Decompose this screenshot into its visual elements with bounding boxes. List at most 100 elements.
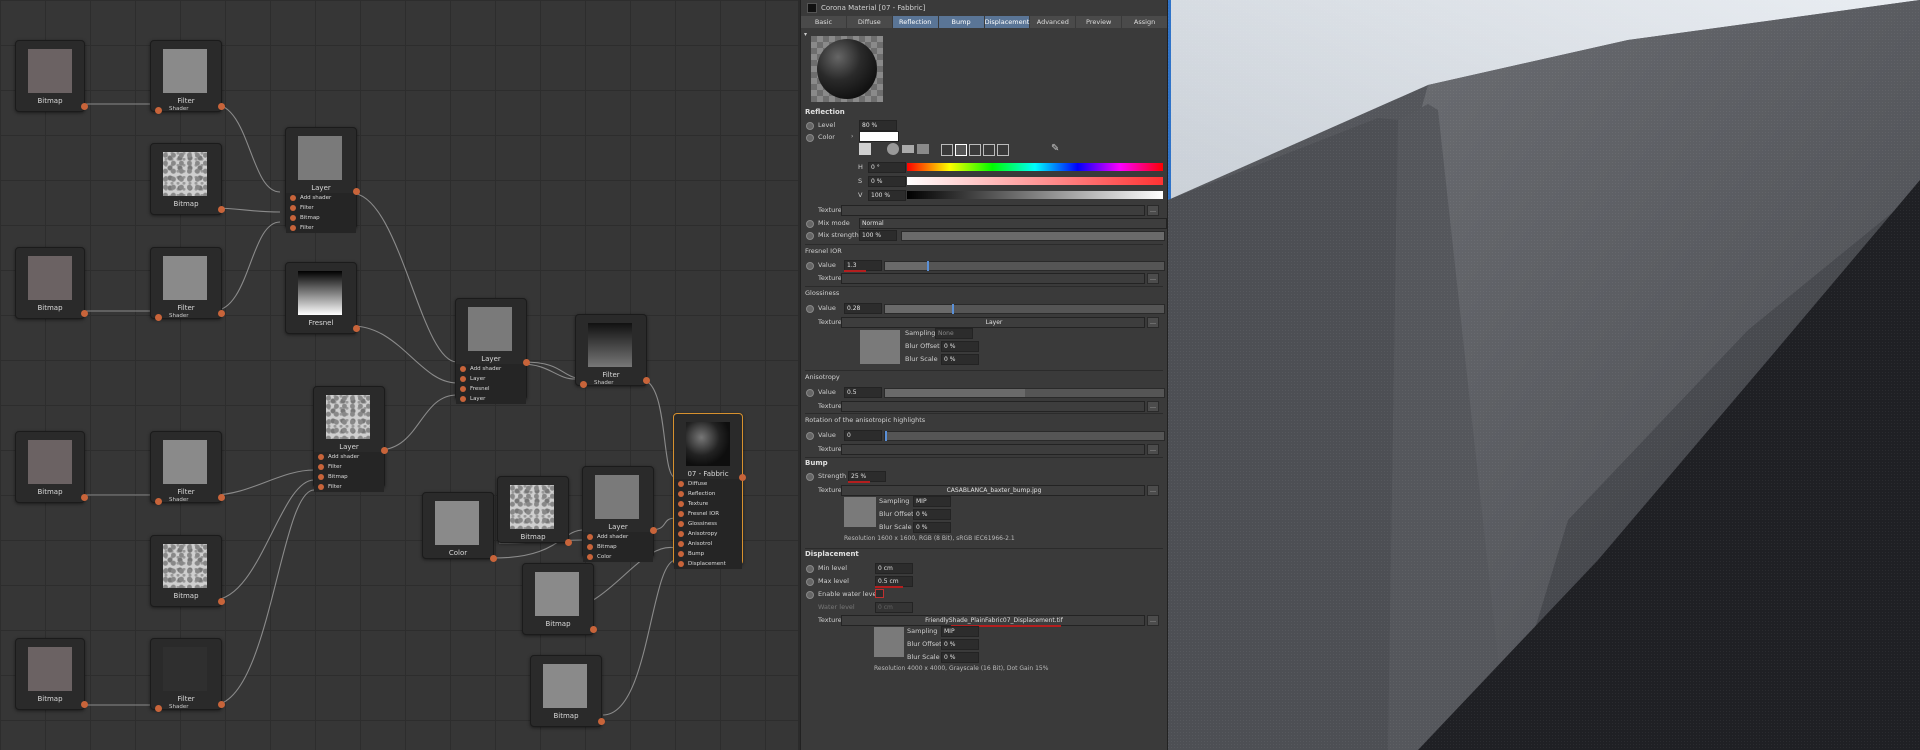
node-input-port[interactable]: Bitmap <box>583 542 653 552</box>
hue-slider[interactable] <box>907 163 1163 171</box>
mix-mode-icon[interactable] <box>997 144 1009 156</box>
port-socket-icon[interactable] <box>318 454 324 460</box>
node-layer[interactable]: Layer Add shader Filter Bitmap Filter <box>313 386 388 492</box>
rotation-value-radio[interactable] <box>806 432 814 440</box>
tab-preview[interactable]: Preview <box>1076 16 1122 28</box>
anisotropy-value-radio[interactable] <box>806 389 814 397</box>
output-socket-icon[interactable] <box>523 359 530 366</box>
mix-strength-field[interactable]: 100 % <box>859 230 897 241</box>
value-slider[interactable] <box>907 191 1163 199</box>
node-color[interactable]: Color <box>422 492 497 562</box>
output-socket-icon[interactable] <box>81 310 88 317</box>
port-socket-icon[interactable] <box>318 474 324 480</box>
port-socket-icon[interactable] <box>587 544 593 550</box>
node-bitmap[interactable]: Bitmap <box>497 476 572 546</box>
value-field[interactable]: 100 % <box>868 190 906 201</box>
fresnel-value-radio[interactable] <box>806 262 814 270</box>
node-filter[interactable]: Filter Shader <box>150 247 225 321</box>
render-viewport[interactable] <box>1168 0 1920 750</box>
output-socket-icon[interactable] <box>739 474 746 481</box>
min-level-field[interactable]: 0 cm <box>875 563 913 574</box>
glossiness-value-radio[interactable] <box>806 305 814 313</box>
port-socket-icon[interactable] <box>290 205 296 211</box>
port-socket-icon[interactable] <box>290 225 296 231</box>
node-input-port[interactable]: Bitmap <box>286 213 356 223</box>
node-input-port[interactable]: Fresnel IOR <box>674 509 742 519</box>
port-socket-icon[interactable] <box>460 386 466 392</box>
node-bitmap[interactable]: Bitmap <box>15 638 88 710</box>
node-filter[interactable]: Filter Shader <box>575 314 650 388</box>
tab-assign[interactable]: Assign <box>1122 16 1167 28</box>
port-socket-icon[interactable] <box>678 531 684 537</box>
kelvin-mode-icon[interactable] <box>969 144 981 156</box>
output-socket-icon[interactable] <box>218 598 225 605</box>
color-wheel-icon[interactable] <box>887 143 899 155</box>
node-input-port[interactable]: Bump <box>674 549 742 559</box>
node-bitmap[interactable]: Bitmap <box>15 431 88 503</box>
reflection-texture-menu-button[interactable]: … <box>1147 205 1159 216</box>
output-socket-icon[interactable] <box>81 494 88 501</box>
mix-strength-slider[interactable] <box>901 231 1165 241</box>
node-07-fabbric[interactable]: 07 - Fabbric Diffuse Reflection Texture Fres… <box>673 413 746 569</box>
hex-mode-icon[interactable] <box>983 144 995 156</box>
collapse-arrow-icon[interactable]: ▾ <box>804 31 807 38</box>
anisotropy-texture-slot[interactable] <box>841 401 1145 412</box>
tab-reflection[interactable]: Reflection <box>892 16 938 28</box>
port-socket-icon[interactable] <box>678 521 684 527</box>
node-editor[interactable]: Bitmap Filter Shader Bitmap Layer Add shader F… <box>0 0 798 750</box>
mix-strength-radio[interactable] <box>806 232 814 240</box>
input-socket-icon[interactable] <box>580 381 587 388</box>
saturation-field[interactable]: 0 % <box>868 176 906 187</box>
node-filter[interactable]: Filter Shader <box>150 40 225 114</box>
tab-displacement[interactable]: Displacement <box>984 16 1030 28</box>
output-socket-icon[interactable] <box>565 539 572 546</box>
eyedropper-icon[interactable]: ✎ <box>1051 143 1059 154</box>
disp-blur-offset-field[interactable]: 0 % <box>941 639 979 650</box>
gloss-blur-scale-field[interactable]: 0 % <box>941 354 979 365</box>
color-expand-icon[interactable]: › <box>851 133 853 140</box>
node-input-port[interactable]: Filter <box>286 223 356 233</box>
port-socket-icon[interactable] <box>290 195 296 201</box>
fresnel-texture-slot[interactable] <box>841 273 1145 284</box>
port-socket-icon[interactable] <box>678 511 684 517</box>
node-input-port[interactable]: Filter <box>314 462 384 472</box>
output-socket-icon[interactable] <box>381 447 388 454</box>
water-level-field[interactable]: 0 cm <box>875 602 913 613</box>
disp-blur-scale-field[interactable]: 0 % <box>941 652 979 663</box>
bump-blur-scale-field[interactable]: 0 % <box>913 522 951 533</box>
node-filter[interactable]: Filter Shader <box>150 431 225 505</box>
min-level-radio[interactable] <box>806 565 814 573</box>
node-input-port[interactable]: Reflection <box>674 489 742 499</box>
glossiness-value-field[interactable]: 0.28 <box>844 303 882 314</box>
node-bitmap[interactable]: Bitmap <box>150 143 225 215</box>
node-input-port[interactable]: Anisotropy <box>674 529 742 539</box>
node-input-port[interactable]: Filter <box>286 203 356 213</box>
bump-texture-slot[interactable]: CASABLANCA_baxter_bump.jpg <box>841 485 1145 496</box>
node-layer[interactable]: Layer Add shader Layer Fresnel Layer <box>455 298 530 404</box>
port-socket-icon[interactable] <box>678 551 684 557</box>
port-socket-icon[interactable] <box>678 491 684 497</box>
color-spectrum-icon[interactable] <box>902 145 914 153</box>
color-image-icon[interactable] <box>917 144 929 154</box>
port-socket-icon[interactable] <box>460 376 466 382</box>
color-picker-icon[interactable] <box>859 143 871 155</box>
rotation-texture-menu-button[interactable]: … <box>1147 444 1159 455</box>
node-input-port[interactable]: Fresnel <box>456 384 526 394</box>
output-socket-icon[interactable] <box>643 377 650 384</box>
node-bitmap[interactable]: Bitmap <box>15 247 88 319</box>
port-socket-icon[interactable] <box>678 501 684 507</box>
enable-water-level-checkbox[interactable] <box>875 589 884 598</box>
output-socket-icon[interactable] <box>598 718 605 725</box>
glossiness-texture-menu-button[interactable]: … <box>1147 317 1159 328</box>
output-socket-icon[interactable] <box>353 325 360 332</box>
port-socket-icon[interactable] <box>290 215 296 221</box>
node-layer[interactable]: Layer Add shader Filter Bitmap Filter <box>285 127 360 233</box>
gloss-blur-offset-field[interactable]: 0 % <box>941 341 979 352</box>
output-socket-icon[interactable] <box>650 527 657 534</box>
gloss-sampling-dropdown[interactable]: None <box>935 328 973 339</box>
node-layer[interactable]: Layer Add shader Bitmap Color <box>582 466 657 562</box>
port-socket-icon[interactable] <box>318 484 324 490</box>
node-bitmap[interactable]: Bitmap <box>15 40 88 112</box>
output-socket-icon[interactable] <box>81 103 88 110</box>
output-socket-icon[interactable] <box>81 701 88 708</box>
